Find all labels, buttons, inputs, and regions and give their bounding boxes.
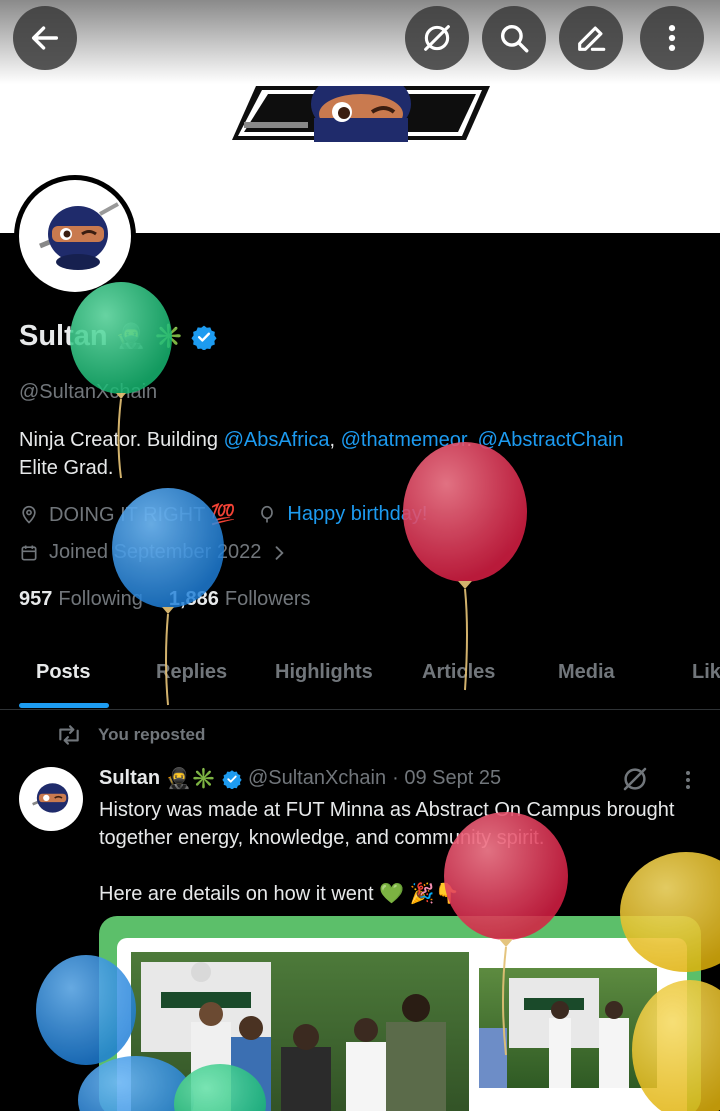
profile-avatar[interactable]: [14, 175, 136, 297]
followers-label: Followers: [224, 588, 311, 610]
profile-bio: Ninja Creator. Building @AbsAfrica, @tha…: [19, 426, 709, 482]
active-tab-indicator: [19, 703, 109, 708]
post-author-handle[interactable]: @SultanXchain: [248, 767, 386, 790]
post-author-avatar[interactable]: [19, 767, 83, 831]
bio-text-line-2: Elite Grad.: [19, 457, 114, 479]
location-text: DOING IT RIGHT 💯: [49, 504, 236, 526]
ninja-avatar-image: [32, 783, 69, 813]
following-link[interactable]: 957 Following: [19, 588, 143, 611]
ninja-emoji: 🥷: [115, 323, 146, 350]
sparkle-emoji: ✳️: [153, 323, 184, 350]
event-photo-1[interactable]: [131, 952, 469, 1111]
post-header: Sultan 🥷✳️ @SultanXchain · 09 Sept 25: [99, 766, 501, 791]
birthday-link[interactable]: Happy birthday!: [287, 503, 427, 526]
ninja-banner-art: [232, 86, 490, 142]
arrow-left-icon: [31, 26, 59, 50]
more-vertical-icon: [668, 24, 676, 52]
profile-meta-joined: Joined September 2022: [19, 541, 299, 564]
display-name: Sultan: [19, 320, 108, 352]
location-pin-icon: [22, 505, 36, 524]
post-text-paragraph-2: Here are details on how it went 💚 🎉👇: [99, 883, 460, 905]
group-photo-image: [141, 962, 446, 1111]
following-count: 957: [19, 588, 53, 610]
post-more-icon[interactable]: [676, 766, 700, 794]
verified-badge-icon: [222, 769, 242, 789]
post-author-emoji: 🥷✳️: [166, 768, 216, 790]
grok-button[interactable]: [405, 6, 469, 70]
post-date: · 09 Sept 25: [392, 767, 502, 789]
pencil-icon: [578, 26, 606, 51]
more-options-button[interactable]: [640, 6, 704, 70]
profile-tabs: Posts Replies Highlights Articles Media …: [0, 645, 720, 710]
profile-meta-location: DOING IT RIGHT 💯 Happy birthday!: [19, 502, 427, 527]
tab-likes[interactable]: Lik: [692, 661, 720, 684]
chevron-right-icon[interactable]: [269, 543, 289, 563]
bio-text: Ninja Creator. Building: [19, 429, 224, 451]
grok-icon: [424, 25, 450, 51]
repost-icon: [59, 725, 79, 745]
tab-media[interactable]: Media: [558, 661, 615, 684]
verified-badge-icon: [191, 325, 217, 350]
profile-handle: @SultanXchain: [19, 381, 158, 403]
bio-link-abstractchain[interactable]: @AbstractChain: [478, 429, 624, 451]
media-frame: [117, 938, 687, 1111]
bio-separator: ,: [329, 429, 341, 451]
back-button[interactable]: [13, 6, 77, 70]
edit-button[interactable]: [559, 6, 623, 70]
grok-icon[interactable]: [620, 764, 650, 794]
event-photo-2[interactable]: [479, 968, 657, 1088]
ninja-avatar-image: [39, 202, 119, 270]
calendar-icon: [21, 545, 37, 560]
tab-articles[interactable]: Articles: [422, 661, 495, 684]
event-photo-image: [479, 978, 629, 1088]
bio-link-thatmemeor[interactable]: @thatmemeor: [341, 429, 467, 451]
followers-link[interactable]: 1,886 Followers: [169, 588, 311, 611]
profile-name-row: Sultan 🥷 ✳️: [19, 320, 217, 353]
followers-count: 1,886: [168, 588, 219, 610]
repost-indicator: You reposted: [56, 724, 205, 746]
search-button[interactable]: [482, 6, 546, 70]
follow-stats: 957 Following 1,886 Followers: [19, 588, 311, 611]
post-text-paragraph-1: History was made at FUT Minna as Abstrac…: [99, 799, 675, 849]
following-label: Following: [58, 588, 143, 610]
search-icon: [500, 24, 529, 53]
bio-link-absafrica[interactable]: @AbsAfrica: [224, 429, 330, 451]
tab-replies[interactable]: Replies: [156, 661, 227, 684]
post-author-name[interactable]: Sultan: [99, 767, 160, 790]
repost-label: You reposted: [98, 725, 206, 744]
balloon-icon: [261, 505, 274, 522]
tab-posts[interactable]: Posts: [36, 661, 90, 684]
post-media[interactable]: [99, 916, 701, 1111]
joined-text: Joined September 2022: [49, 541, 262, 563]
tab-highlights[interactable]: Highlights: [275, 661, 373, 684]
post-body: History was made at FUT Minna as Abstrac…: [99, 796, 699, 936]
bio-separator: .: [466, 429, 478, 451]
